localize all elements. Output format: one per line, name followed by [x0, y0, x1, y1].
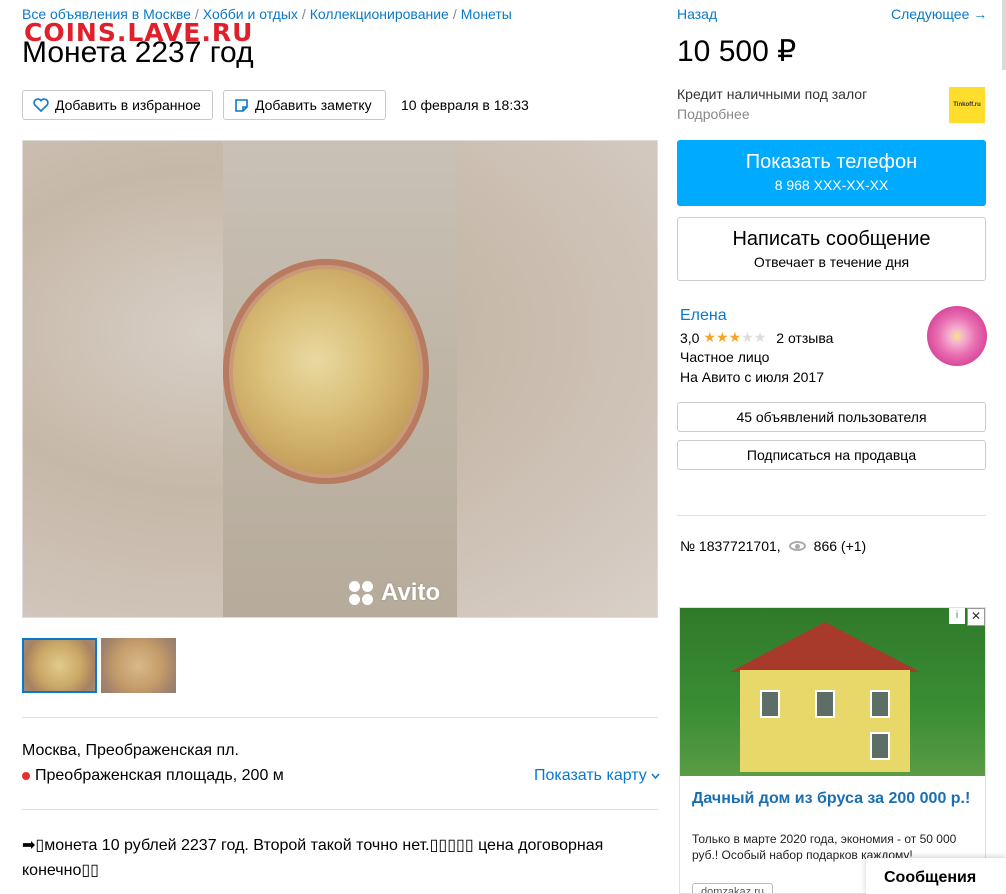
- thumbnail-2[interactable]: [101, 638, 176, 693]
- seller-avatar[interactable]: [927, 306, 987, 366]
- add-to-favorites-button[interactable]: Добавить в избранное: [22, 90, 213, 120]
- price: 10 500 ₽: [677, 35, 797, 68]
- seller-rating: 3,0 ★★★★★ 2 отзыва: [680, 329, 833, 346]
- house-window: [815, 690, 835, 718]
- breadcrumb-separator: /: [452, 6, 457, 22]
- views-count: 866 (+1): [813, 538, 867, 554]
- star-empty-icon: ★: [753, 329, 767, 345]
- subscribe-seller-button[interactable]: Подписаться на продавца: [677, 440, 986, 470]
- star-icon: ★: [703, 329, 717, 345]
- divider: [677, 515, 986, 516]
- photo-gallery[interactable]: Avito: [22, 140, 658, 618]
- item-stats: № 1837721701, 866 (+1): [680, 538, 866, 554]
- response-time: Отвечает в течение дня: [753, 254, 910, 270]
- add-note-button[interactable]: Добавить заметку: [223, 90, 386, 120]
- seller-since: На Авито с июля 2017: [680, 369, 824, 385]
- write-message-label: Написать сообщение: [732, 228, 931, 250]
- show-map-label: Показать карту: [534, 767, 647, 784]
- star-icon: ★: [728, 329, 742, 345]
- seller-name-link[interactable]: Елена: [680, 307, 727, 325]
- address: Москва, Преображенская пл.: [22, 742, 239, 759]
- heart-icon: [33, 98, 49, 112]
- next-link[interactable]: Следующее →: [891, 6, 987, 22]
- ad-close-icon[interactable]: ✕: [967, 608, 985, 626]
- metro-station: Преображенская площадь, 200 м: [22, 767, 284, 785]
- breadcrumb-separator: /: [301, 6, 306, 22]
- star-empty-icon: ★: [741, 329, 754, 345]
- avito-watermark: Avito: [349, 579, 440, 607]
- phone-number: 8 968 XXX-XX-XX: [774, 177, 889, 193]
- ad-image: [680, 608, 985, 776]
- house-window: [870, 690, 890, 718]
- coin-image: [223, 259, 429, 484]
- tinkoff-logo[interactable]: Tinkoff.ru: [949, 87, 985, 123]
- show-phone-button[interactable]: Показать телефон 8 968 XXX-XX-XX: [677, 140, 986, 206]
- house-window: [760, 690, 780, 718]
- add-to-favorites-label: Добавить в избранное: [55, 97, 201, 113]
- house-image: [730, 622, 920, 772]
- thumbnail-1[interactable]: [22, 638, 97, 693]
- show-phone-label: Показать телефон: [745, 151, 918, 173]
- messages-tab[interactable]: Сообщения: [866, 858, 1006, 894]
- avito-watermark-text: Avito: [381, 579, 441, 606]
- item-number: № 1837721701,: [680, 538, 781, 554]
- advertisement[interactable]: i ✕ Дачный дом из бруса за 200 000 р.! Т…: [679, 607, 986, 894]
- divider: [22, 717, 658, 718]
- star-icon: ★: [716, 329, 729, 345]
- metro-line-icon: [22, 772, 30, 780]
- breadcrumb-link-coins[interactable]: Монеты: [461, 6, 512, 22]
- credit-offer-text[interactable]: Кредит наличными под залог: [677, 86, 867, 102]
- house-walls: [740, 670, 910, 772]
- scrollbar[interactable]: [1002, 0, 1006, 70]
- write-message-button[interactable]: Написать сообщение Отвечает в течение дн…: [677, 217, 986, 281]
- house-roof: [730, 622, 920, 672]
- listing-description: ➡▯монета 10 рублей 2237 год. Второй тако…: [22, 837, 604, 879]
- reviews-count[interactable]: 2 отзыва: [776, 330, 833, 346]
- page-title: Монета 2237 год: [22, 36, 254, 69]
- house-window: [870, 732, 890, 760]
- seller-ads-button[interactable]: 45 объявлений пользователя: [677, 402, 986, 432]
- avito-logo-icon: [349, 581, 375, 605]
- ad-title[interactable]: Дачный дом из бруса за 200 000 р.!: [692, 789, 972, 809]
- back-link[interactable]: Назад: [677, 6, 717, 22]
- listing-date: 10 февраля в 18:33: [401, 97, 529, 113]
- ad-info-icon[interactable]: i: [949, 608, 965, 624]
- seller-type: Частное лицо: [680, 349, 770, 365]
- show-map-link[interactable]: Показать карту: [534, 767, 660, 785]
- add-note-label: Добавить заметку: [255, 97, 372, 113]
- ad-link-button[interactable]: domzakaz.ru: [692, 883, 773, 893]
- main-photo[interactable]: [223, 141, 457, 617]
- credit-more-link[interactable]: Подробнее: [677, 106, 750, 122]
- chevron-down-icon: [651, 773, 660, 780]
- metro-station-label: Преображенская площадь, 200 м: [35, 767, 284, 784]
- breadcrumb-link-collecting[interactable]: Коллекционирование: [310, 6, 449, 22]
- rating-value: 3,0: [680, 329, 700, 346]
- note-icon: [235, 98, 248, 112]
- rating-stars: ★★★★★: [703, 329, 766, 346]
- divider: [22, 809, 658, 810]
- eye-icon: [788, 541, 806, 551]
